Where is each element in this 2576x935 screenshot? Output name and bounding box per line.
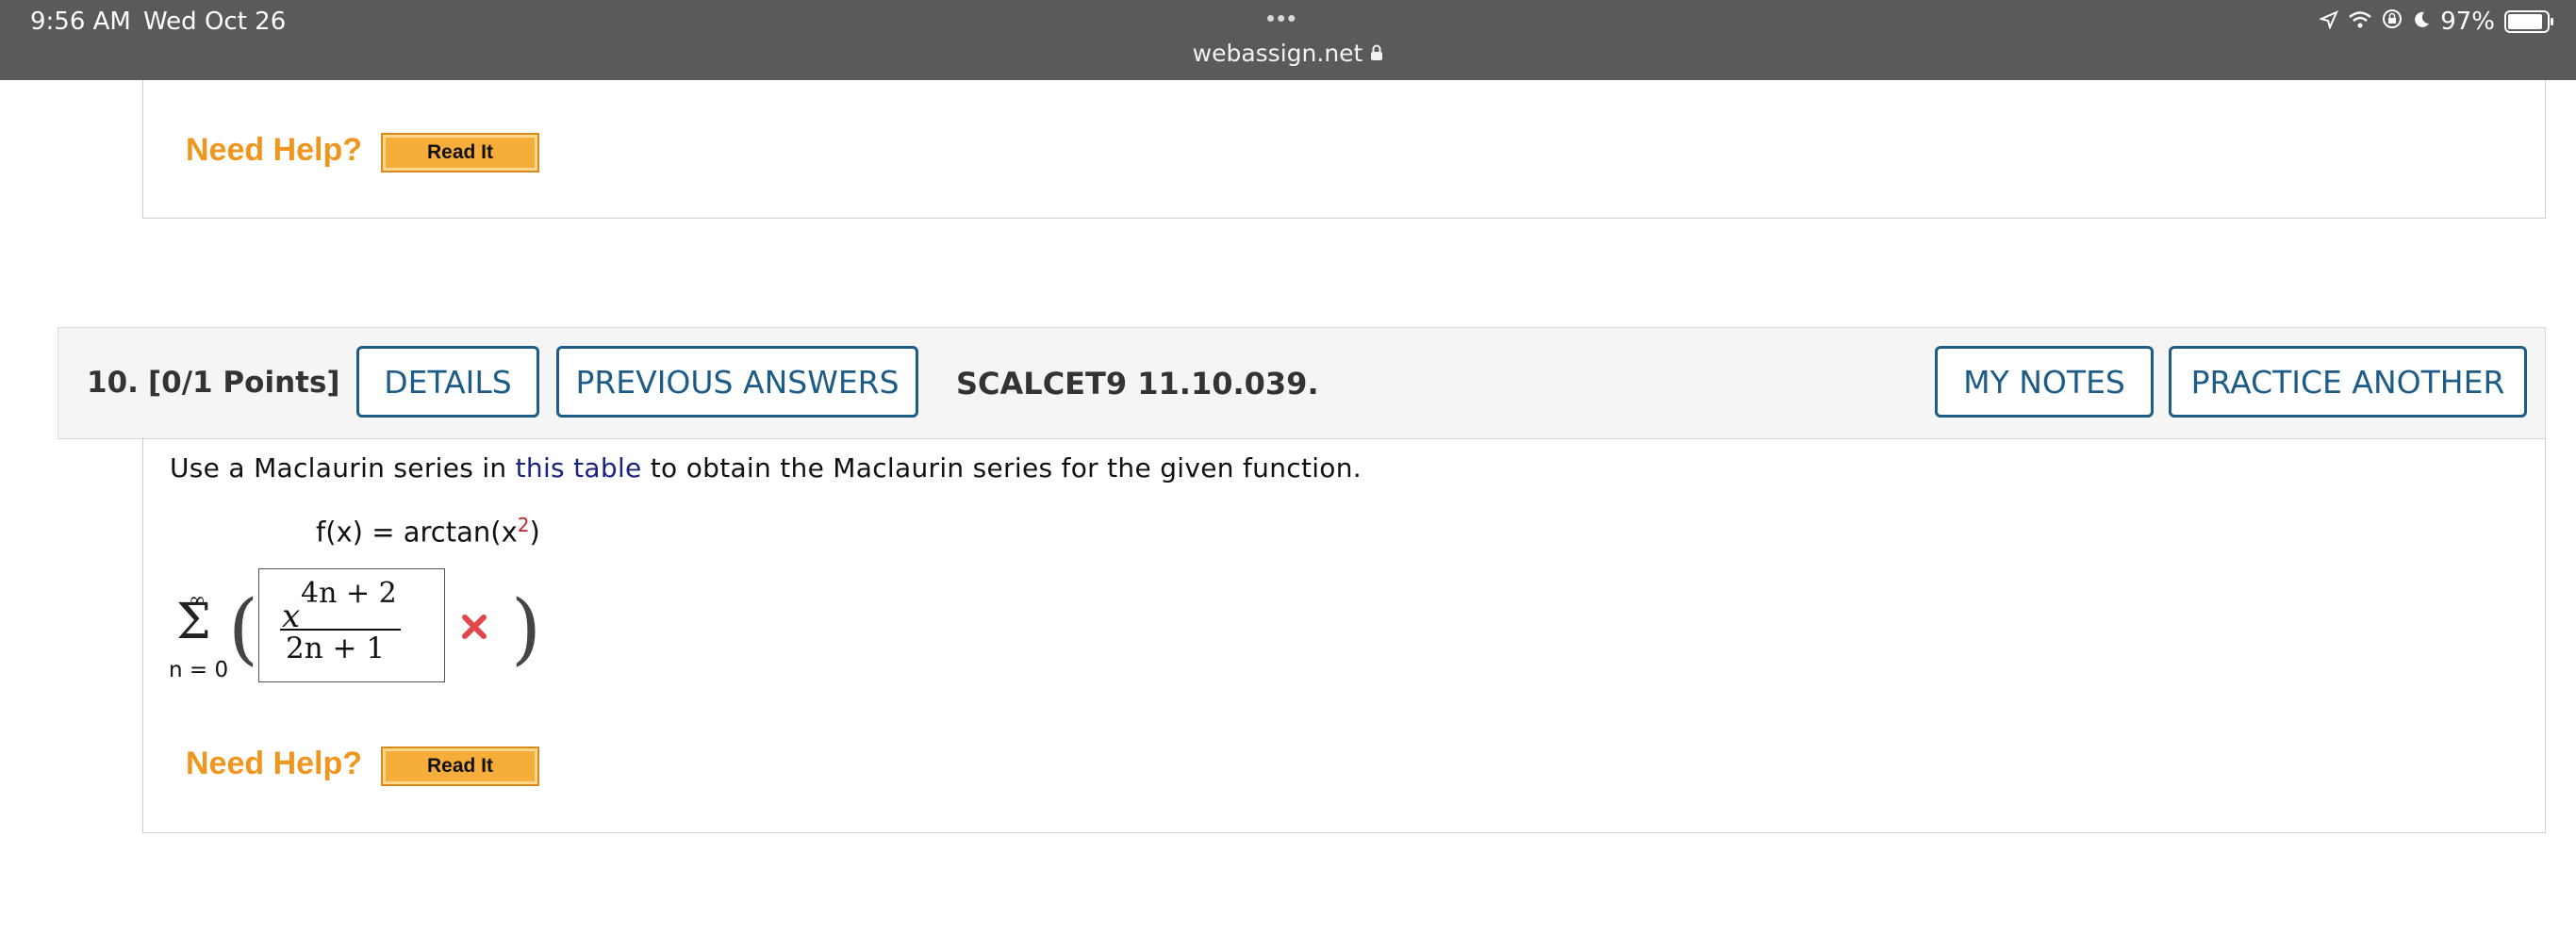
lock-icon: [1370, 40, 1383, 67]
sum-lower-limit: n = 0: [169, 658, 229, 682]
answer-denominator: 2n + 1: [286, 632, 386, 665]
left-paren: (: [228, 584, 258, 674]
clock-date: Wed Oct 26: [143, 8, 287, 36]
function-definition: f(x) = arctan(x2): [316, 514, 540, 549]
more-dots-icon[interactable]: •••: [1266, 4, 1297, 33]
function-exponent: 2: [517, 514, 530, 536]
need-help-label: Need Help?: [186, 132, 363, 168]
status-icons: 97%: [2319, 8, 2553, 36]
this-table-link[interactable]: this table: [516, 452, 642, 484]
read-it-button[interactable]: Read It: [381, 133, 539, 172]
prompt-text-end: to obtain the Maclaurin series for the g…: [641, 452, 1362, 484]
function-text: f(x) = arctan(x: [316, 516, 518, 549]
question-points: [0/1 Points]: [148, 366, 340, 400]
browser-status-bar: 9:56 AM Wed Oct 26 ••• webassign.net 97%: [0, 0, 2576, 80]
prompt-text: Use a Maclaurin series in: [170, 452, 516, 484]
fraction-bar: [280, 629, 401, 631]
location-icon: [2319, 8, 2339, 36]
incorrect-x-icon: [460, 613, 488, 641]
my-notes-button[interactable]: MY NOTES: [1935, 346, 2154, 418]
right-paren: ): [511, 584, 541, 674]
address-bar[interactable]: webassign.net: [0, 40, 2576, 67]
function-close-paren: ): [529, 516, 540, 549]
battery-percent: 97%: [2440, 8, 2495, 36]
question-prompt: Use a Maclaurin series in this table to …: [170, 452, 1362, 484]
answer-fraction: x 4n + 2 2n + 1: [259, 569, 444, 681]
question-reference: SCALCET9 11.10.039.: [956, 366, 1319, 402]
question-header: 10. [0/1 Points] DETAILS PREVIOUS ANSWER…: [58, 327, 2546, 439]
moon-icon: [2412, 8, 2431, 36]
sigma-symbol: Σ: [176, 594, 211, 650]
practice-another-button[interactable]: PRACTICE ANOTHER: [2169, 346, 2527, 418]
previous-answers-button[interactable]: PREVIOUS ANSWERS: [556, 346, 918, 418]
answer-input[interactable]: x 4n + 2 2n + 1: [258, 568, 445, 682]
url-text: webassign.net: [1192, 40, 1363, 67]
question-number: 10.: [87, 366, 139, 400]
read-it-button[interactable]: Read It: [381, 746, 539, 786]
need-help-label: Need Help?: [186, 746, 363, 781]
battery-icon: [2504, 10, 2553, 33]
answer-exponent: 4n + 2: [301, 577, 397, 610]
orientation-lock-icon: [2382, 8, 2403, 36]
wifi-icon: [2348, 8, 2372, 36]
clock-time: 9:56 AM: [30, 8, 131, 36]
details-button[interactable]: DETAILS: [356, 346, 539, 418]
